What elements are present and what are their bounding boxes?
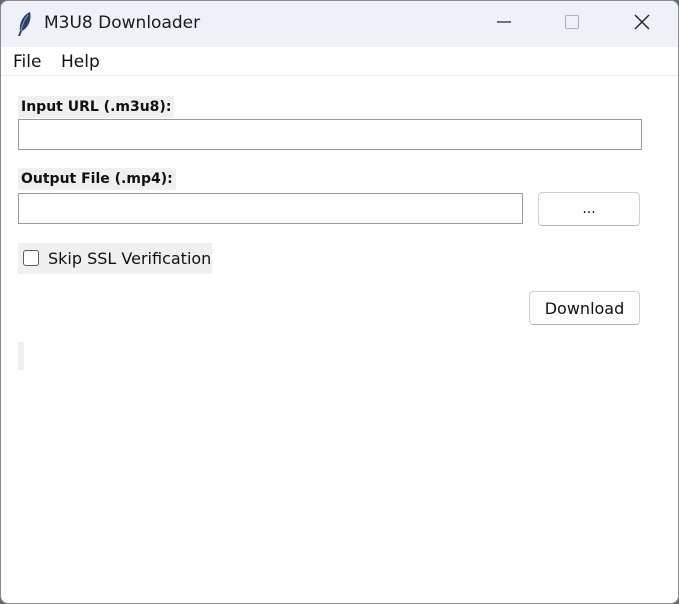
- input-url-field[interactable]: [18, 119, 642, 150]
- checkbox-icon[interactable]: [23, 250, 39, 266]
- browse-button[interactable]: ...: [538, 192, 640, 226]
- skip-ssl-label: Skip SSL Verification: [48, 249, 212, 268]
- output-file-field[interactable]: [18, 193, 523, 224]
- status-label: [18, 342, 24, 370]
- maximize-icon: [564, 14, 580, 34]
- maximize-button[interactable]: [549, 1, 595, 47]
- menu-bar: File Help: [1, 47, 678, 76]
- output-file-label: Output File (.mp4):: [18, 168, 176, 190]
- close-button[interactable]: [619, 1, 665, 47]
- input-url-label: Input URL (.m3u8):: [18, 96, 175, 118]
- menu-help[interactable]: Help: [61, 52, 100, 72]
- menu-file[interactable]: File: [13, 52, 41, 72]
- feather-icon: [15, 11, 35, 37]
- skip-ssl-checkbox[interactable]: Skip SSL Verification: [18, 243, 212, 274]
- title-bar[interactable]: M3U8 Downloader: [1, 1, 678, 47]
- minimize-icon: [496, 14, 512, 34]
- app-window: M3U8 Downloader File Help Input URL (.m3…: [0, 0, 679, 604]
- download-button[interactable]: Download: [529, 291, 640, 325]
- minimize-button[interactable]: [481, 1, 527, 47]
- window-title: M3U8 Downloader: [44, 13, 201, 33]
- close-icon: [633, 13, 651, 35]
